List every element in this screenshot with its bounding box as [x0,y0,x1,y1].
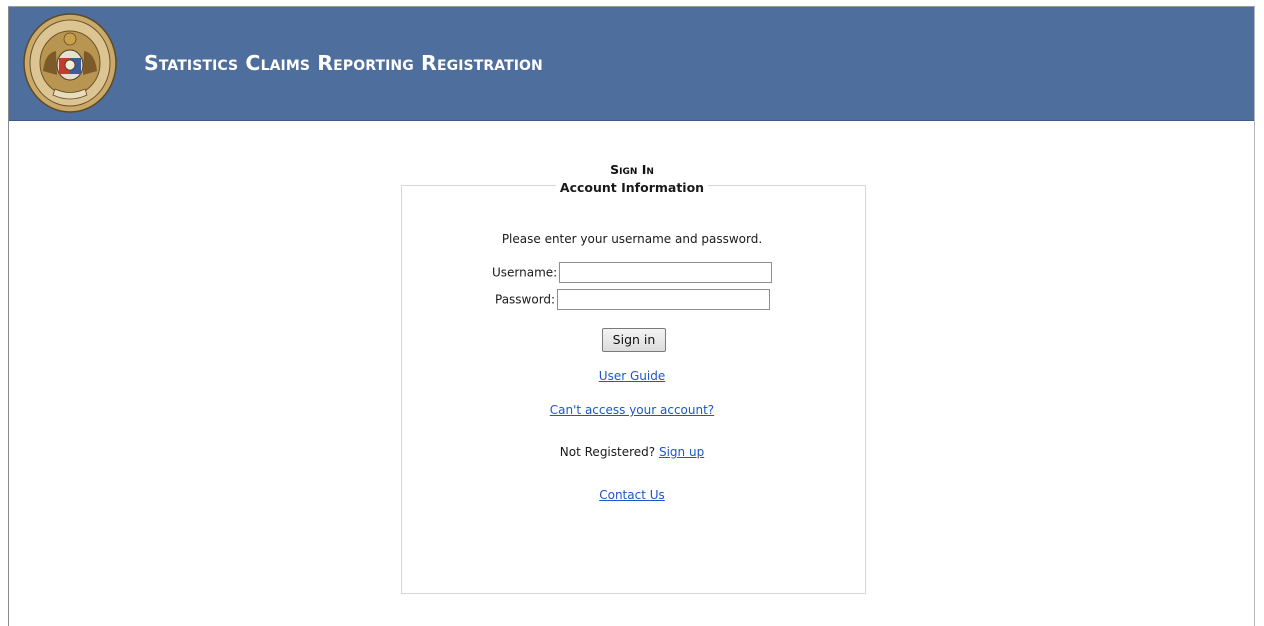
sign-in-button[interactable]: Sign in [602,328,666,352]
user-guide-row: User Guide [0,369,1264,383]
username-label: Username: [492,265,558,280]
cant-access-row: Can't access your account? [0,403,1264,417]
contact-us-link[interactable]: Contact Us [599,488,665,502]
username-row: Username: [492,262,773,283]
account-information-legend: Account Information [0,177,1264,196]
password-label: Password: [495,292,556,307]
not-registered-row: Not Registered? Sign up [0,445,1264,459]
not-registered-text: Not Registered? [559,445,656,459]
state-seal-logo [23,13,117,113]
account-information-fieldset [401,185,866,594]
legend-label: Account Information [555,180,709,195]
page-title: Statistics Claims Reporting Registration [144,51,543,75]
username-input[interactable] [559,262,773,283]
password-input[interactable] [557,289,771,310]
signin-heading: Sign In [610,162,654,177]
cant-access-link[interactable]: Can't access your account? [550,403,714,417]
sign-up-link[interactable]: Sign up [659,445,704,459]
page-header: Statistics Claims Reporting Registration [9,7,1254,121]
password-row: Password: [495,289,771,310]
instructions-text: Please enter your username and password. [501,232,763,246]
contact-us-row: Contact Us [0,488,1264,502]
user-guide-link[interactable]: User Guide [599,369,665,383]
